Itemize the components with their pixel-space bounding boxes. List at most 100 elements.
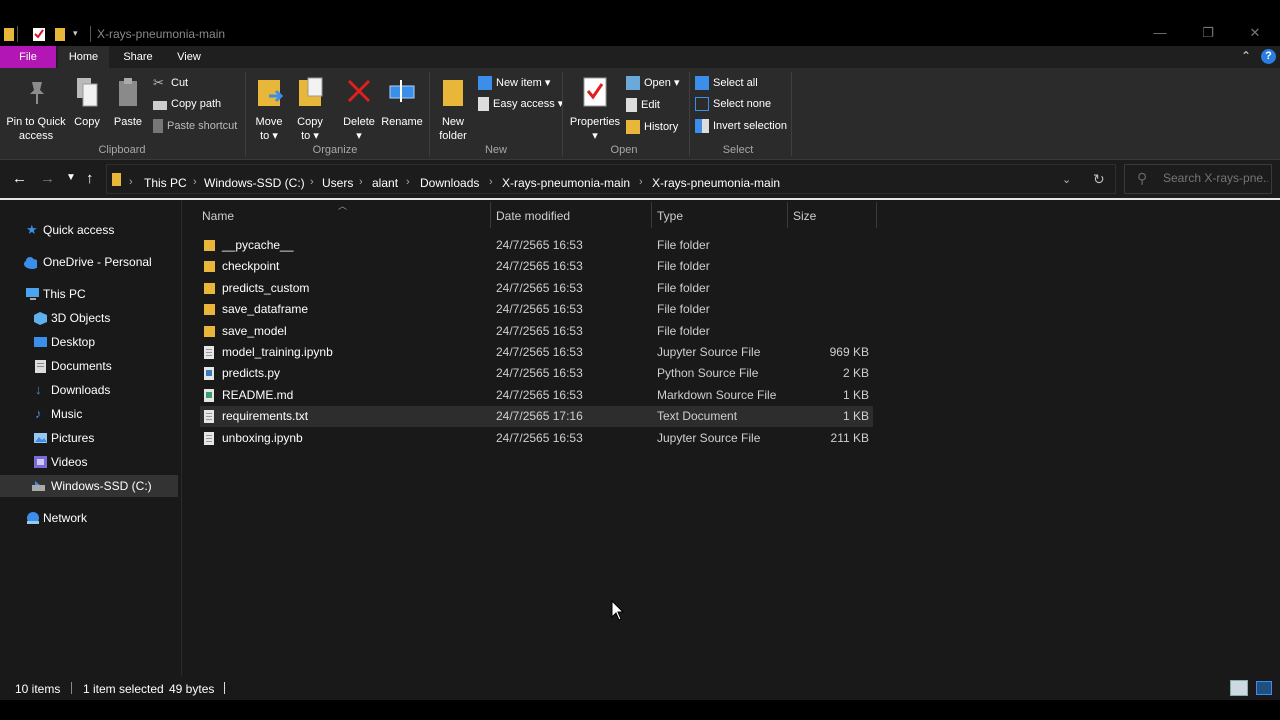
address-dropdown-icon[interactable]: ⌄: [1062, 173, 1071, 186]
properties-dropdown-icon[interactable]: ▾: [569, 130, 621, 142]
table-row[interactable]: predicts_custom 24/7/2565 16:53 File folde…: [200, 278, 873, 299]
nav-item-windows-ssd[interactable]: Windows-SSD (C:): [0, 475, 178, 497]
paste-button[interactable]: Paste: [110, 74, 146, 140]
column-header-type[interactable]: Type: [657, 209, 683, 223]
tab-file[interactable]: File: [0, 46, 56, 68]
copy-button[interactable]: Copy: [70, 74, 104, 140]
breadcrumb-separator[interactable]: ›: [129, 176, 133, 188]
select-all-button[interactable]: Select all: [695, 74, 758, 92]
up-arrow-icon[interactable]: ↑: [86, 170, 94, 187]
breadcrumb-downloads[interactable]: Downloads: [420, 176, 479, 190]
breadcrumb-x-rays-parent[interactable]: X-rays-pneumonia-main: [502, 176, 630, 190]
table-row[interactable]: save_model 24/7/2565 16:53 File folder: [200, 321, 873, 342]
nav-item-videos[interactable]: Videos: [0, 451, 181, 473]
column-divider[interactable]: [490, 202, 491, 228]
move-to-button[interactable]: Move to ▾: [252, 74, 286, 142]
paste-shortcut-button[interactable]: Paste shortcut: [153, 117, 237, 135]
column-header-size[interactable]: Size: [793, 209, 816, 223]
breadcrumb-users[interactable]: Users: [322, 176, 353, 190]
invert-selection-label: Invert selection: [713, 120, 787, 132]
nav-item-downloads[interactable]: ↓ Downloads: [0, 379, 181, 401]
restore-icon[interactable]: ❐: [1198, 25, 1218, 41]
customize-quick-access-icon[interactable]: ▾: [73, 28, 78, 44]
nav-item-documents[interactable]: Documents: [0, 355, 181, 377]
select-none-button[interactable]: Select none: [695, 95, 771, 113]
column-header-name[interactable]: Name: [202, 209, 234, 223]
invert-selection-button[interactable]: Invert selection: [695, 117, 787, 135]
breadcrumb-separator[interactable]: ›: [406, 176, 410, 188]
address-bar[interactable]: › This PC › Windows-SSD (C:) › Users › a…: [106, 164, 1116, 194]
nav-item-pictures[interactable]: Pictures: [0, 427, 181, 449]
forward-arrow-icon[interactable]: →: [40, 170, 55, 187]
breadcrumb-x-rays-current[interactable]: X-rays-pneumonia-main: [652, 176, 780, 190]
help-icon[interactable]: ?: [1261, 49, 1276, 64]
column-divider[interactable]: [651, 202, 652, 228]
breadcrumb-separator[interactable]: ›: [489, 176, 493, 188]
copy-path-button[interactable]: Copy path: [153, 95, 221, 113]
properties-button[interactable]: Properties ▾: [569, 74, 621, 142]
properties-icon[interactable]: [32, 26, 46, 42]
details-view-icon[interactable]: [1230, 680, 1248, 696]
nav-item-quick-access[interactable]: ★ Quick access: [0, 219, 181, 241]
copy-path-label: Copy path: [171, 98, 222, 110]
nav-item-desktop[interactable]: Desktop: [0, 331, 181, 353]
breadcrumb-alant[interactable]: alant: [372, 176, 398, 190]
search-box[interactable]: ⚲: [1124, 164, 1272, 194]
nav-item-music[interactable]: ♪ Music: [0, 403, 181, 425]
new-folder-button[interactable]: New folder: [436, 74, 470, 142]
new-item-button[interactable]: New item ▾: [478, 74, 550, 92]
close-icon[interactable]: ✕: [1245, 25, 1265, 41]
table-row[interactable]: unboxing.ipynb 24/7/2565 16:53 Jupyter Sou…: [200, 428, 873, 449]
cut-button[interactable]: ✂ Cut: [153, 74, 188, 92]
column-divider[interactable]: [787, 202, 788, 228]
breadcrumb-windows-ssd[interactable]: Windows-SSD (C:): [204, 176, 305, 190]
easy-access-button[interactable]: Easy access ▾: [478, 95, 563, 113]
nav-item-3d-objects[interactable]: 3D Objects: [0, 307, 181, 329]
picture-icon: [34, 433, 47, 443]
delete-button[interactable]: Delete ▾: [340, 74, 378, 142]
edit-button[interactable]: Edit: [626, 96, 660, 114]
tab-view[interactable]: View: [166, 46, 212, 68]
back-arrow-icon[interactable]: ←: [12, 170, 27, 187]
table-row[interactable]: predicts.py 24/7/2565 16:53 Python Source …: [200, 363, 873, 384]
copy-to-button[interactable]: Copy to ▾: [293, 74, 327, 142]
table-row[interactable]: checkpoint 24/7/2565 16:53 File folder: [200, 256, 873, 277]
folder-icon: [204, 304, 215, 316]
table-row[interactable]: model_training.ipynb 24/7/2565 16:53 Jupyt…: [200, 342, 873, 363]
breadcrumb-separator[interactable]: ›: [639, 176, 643, 188]
history-button[interactable]: History: [626, 118, 678, 136]
table-row[interactable]: save_dataframe 24/7/2565 16:53 File folder: [200, 299, 873, 320]
table-row[interactable]: requirements.txt 24/7/2565 17:16 Text Docu…: [200, 406, 873, 428]
nav-label: OneDrive - Personal: [43, 255, 152, 269]
refresh-icon[interactable]: ↻: [1093, 171, 1105, 188]
breadcrumb-this-pc[interactable]: This PC: [144, 176, 187, 190]
table-row[interactable]: README.md 24/7/2565 16:53 Markdown Source …: [200, 385, 873, 406]
minimize-icon[interactable]: —: [1150, 25, 1170, 40]
nav-label: Music: [51, 407, 83, 421]
new-folder-icon[interactable]: [54, 26, 66, 42]
file-size: 969 KB: [829, 345, 869, 359]
breadcrumb-separator[interactable]: ›: [310, 176, 314, 188]
breadcrumb-separator[interactable]: ›: [193, 176, 197, 188]
tab-share[interactable]: Share: [113, 46, 163, 68]
column-divider[interactable]: [876, 202, 877, 228]
nav-item-network[interactable]: Network: [0, 507, 181, 529]
nav-item-onedrive[interactable]: OneDrive - Personal: [0, 251, 181, 273]
tab-home[interactable]: Home: [58, 46, 109, 68]
table-row[interactable]: __pycache__ 24/7/2565 16:53 File folder: [200, 235, 873, 256]
large-icons-view-icon[interactable]: [1256, 681, 1272, 695]
nav-item-this-pc[interactable]: This PC: [0, 283, 181, 305]
edit-icon: [626, 98, 637, 112]
rename-button[interactable]: Rename: [380, 74, 424, 140]
breadcrumb-separator[interactable]: ›: [359, 176, 363, 188]
column-header-date-modified[interactable]: Date modified: [496, 209, 570, 223]
search-input[interactable]: [1163, 171, 1268, 185]
rename-icon: [389, 80, 415, 102]
open-button[interactable]: Open ▾: [626, 74, 680, 92]
delete-dropdown-icon[interactable]: ▾: [340, 130, 378, 142]
recent-locations-icon[interactable]: ▼: [66, 172, 76, 183]
collapse-ribbon-icon[interactable]: ⌃: [1241, 49, 1251, 63]
pin-to-quick-access-button[interactable]: Pin to Quick access: [6, 74, 66, 142]
cloud-icon: [24, 257, 37, 269]
new-folder-icon: [443, 80, 463, 106]
